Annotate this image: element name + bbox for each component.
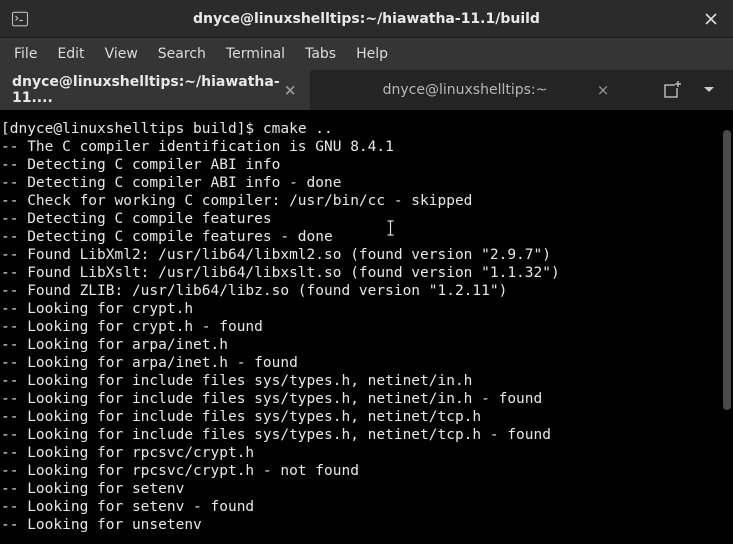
output-line: -- Looking for include files sys/types.h… bbox=[1, 427, 551, 443]
output-line: -- Looking for rpcsvc/crypt.h - not foun… bbox=[1, 463, 359, 479]
window-close-button[interactable] bbox=[697, 5, 725, 33]
menu-terminal[interactable]: Terminal bbox=[216, 41, 295, 67]
output-line: -- Looking for setenv bbox=[1, 481, 184, 497]
tab-close-icon[interactable]: × bbox=[594, 81, 612, 99]
output-line: -- The C compiler identification is GNU … bbox=[1, 139, 394, 155]
scrollbar[interactable] bbox=[723, 130, 731, 410]
tab-close-icon[interactable]: × bbox=[282, 81, 298, 99]
output-line: -- Detecting C compile features - done bbox=[1, 229, 333, 245]
terminal-output[interactable]: [dnyce@linuxshelltips build]$ cmake .. -… bbox=[0, 110, 733, 544]
tabbar-actions bbox=[661, 78, 733, 102]
tab-active[interactable]: dnyce@linuxshelltips:~/hiawatha-11.... × bbox=[0, 70, 310, 110]
output-line: -- Looking for arpa/inet.h bbox=[1, 337, 228, 353]
tab-label: dnyce@linuxshelltips:~ bbox=[383, 82, 548, 98]
menubar: File Edit View Search Terminal Tabs Help bbox=[0, 38, 733, 70]
output-line: -- Looking for include files sys/types.h… bbox=[1, 409, 481, 425]
output-line: -- Looking for include files sys/types.h… bbox=[1, 373, 472, 389]
menu-tabs[interactable]: Tabs bbox=[295, 41, 346, 67]
tab-inactive[interactable]: dnyce@linuxshelltips:~ × bbox=[310, 70, 620, 110]
output-line: -- Looking for rpcsvc/crypt.h bbox=[1, 445, 254, 461]
output-line: -- Looking for crypt.h - found bbox=[1, 319, 263, 335]
prompt: [dnyce@linuxshelltips build]$ bbox=[1, 121, 263, 137]
menu-dropdown-button[interactable] bbox=[697, 78, 721, 102]
new-tab-button[interactable] bbox=[661, 78, 685, 102]
output-line: -- Check for working C compiler: /usr/bi… bbox=[1, 193, 472, 209]
menu-search[interactable]: Search bbox=[148, 41, 216, 67]
output-line: -- Found ZLIB: /usr/lib64/libz.so (found… bbox=[1, 283, 507, 299]
titlebar: dnyce@linuxshelltips:~/hiawatha-11.1/bui… bbox=[0, 0, 733, 38]
command: cmake .. bbox=[263, 121, 333, 137]
output-line: -- Detecting C compiler ABI info bbox=[1, 157, 280, 173]
menu-help[interactable]: Help bbox=[346, 41, 398, 67]
output-line: -- Detecting C compiler ABI info - done bbox=[1, 175, 341, 191]
terminal-icon bbox=[10, 9, 30, 29]
tab-label: dnyce@linuxshelltips:~/hiawatha-11.... bbox=[12, 74, 282, 106]
output-line: -- Looking for include files sys/types.h… bbox=[1, 391, 542, 407]
menu-view[interactable]: View bbox=[95, 41, 148, 67]
tabbar: dnyce@linuxshelltips:~/hiawatha-11.... ×… bbox=[0, 70, 733, 110]
output-line: -- Looking for setenv - found bbox=[1, 499, 254, 515]
output-line: -- Looking for unsetenv bbox=[1, 517, 202, 533]
output-line: -- Found LibXslt: /usr/lib64/libxslt.so … bbox=[1, 265, 560, 281]
output-line: -- Looking for arpa/inet.h - found bbox=[1, 355, 298, 371]
output-line: -- Looking for crypt.h bbox=[1, 301, 193, 317]
window-title: dnyce@linuxshelltips:~/hiawatha-11.1/bui… bbox=[0, 11, 733, 27]
menu-edit[interactable]: Edit bbox=[47, 41, 94, 67]
output-line: -- Found LibXml2: /usr/lib64/libxml2.so … bbox=[1, 247, 551, 263]
output-line: -- Detecting C compile features bbox=[1, 211, 272, 227]
menu-file[interactable]: File bbox=[4, 41, 47, 67]
